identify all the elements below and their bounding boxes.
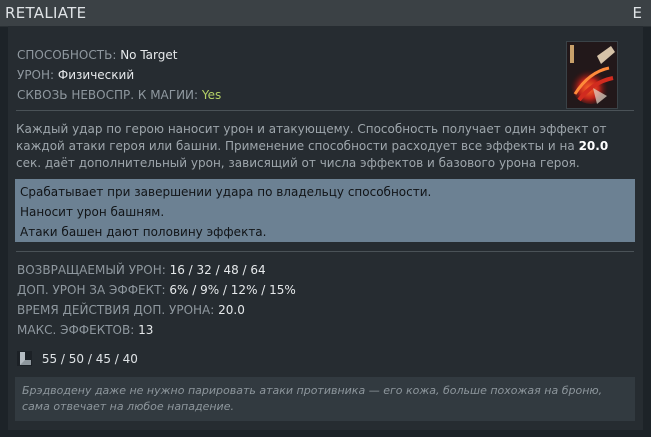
stat-label: ВОЗВРАЩАЕМЫЙ УРОН: [17, 263, 166, 277]
ability-notes: Срабатывает при завершении удара по влад… [15, 179, 635, 242]
property-value: Физический [57, 68, 135, 82]
stat-row: МАКС. ЭФФЕКТОВ: 13 [17, 320, 296, 340]
ability-tooltip: RETALIATE E СПОСОБНОСТЬ: No Target УРОН:… [0, 0, 651, 437]
stat-row: ДОП. УРОН ЗА ЭФФЕКТ: 6% / 9% / 12% / 15% [17, 280, 296, 300]
lore-text: Брэдводену даже не нужно парировать атак… [15, 377, 635, 421]
stat-row: ВОЗВРАЩАЕМЫЙ УРОН: 16 / 32 / 48 / 64 [17, 260, 296, 280]
property-row: СПОСОБНОСТЬ: No Target [17, 45, 221, 65]
tooltip-body: СПОСОБНОСТЬ: No Target УРОН: Физический … [8, 26, 643, 430]
stat-value: 20.0 [218, 303, 245, 317]
property-label: УРОН: [17, 68, 55, 82]
property-label: СКВОЗЬ НЕВОСПР. К МАГИИ: [17, 88, 199, 102]
note-item: Срабатывает при завершении удара по влад… [20, 185, 432, 199]
cooldown-row: 55 / 50 / 45 / 40 [17, 350, 138, 368]
description-highlight: 20.0 [578, 139, 609, 153]
title-bar: RETALIATE E [0, 0, 651, 27]
stat-value: 13 [138, 323, 154, 337]
description-text: сек. даёт дополнительный урон, зависящий… [16, 156, 580, 170]
ability-stats: ВОЗВРАЩАЕМЫЙ УРОН: 16 / 32 / 48 / 64 ДОП… [17, 260, 296, 340]
retaliate-ability-icon [566, 41, 618, 109]
stat-row: ВРЕМЯ ДЕЙСТВИЯ ДОП. УРОНА: 20.0 [17, 300, 296, 320]
hotkey-label: E [632, 4, 642, 22]
divider [16, 251, 634, 252]
stat-label: ВРЕМЯ ДЕЙСТВИЯ ДОП. УРОНА: [17, 303, 215, 317]
cooldown-value: 55 / 50 / 45 / 40 [41, 352, 138, 366]
ability-description: Каждый удар по герою наносит урон и атак… [16, 121, 636, 172]
description-text: Каждый удар по герою наносит урон и атак… [16, 122, 607, 153]
divider [16, 110, 634, 111]
property-row: СКВОЗЬ НЕВОСПР. К МАГИИ: Yes [17, 85, 221, 105]
cooldown-icon [17, 351, 32, 366]
ability-title: RETALIATE [5, 4, 87, 22]
property-value: Yes [201, 88, 222, 102]
stat-label: МАКС. ЭФФЕКТОВ: [17, 323, 135, 337]
ability-properties: СПОСОБНОСТЬ: No Target УРОН: Физический … [17, 45, 221, 105]
property-row: УРОН: Физический [17, 65, 221, 85]
stat-value: 16 / 32 / 48 / 64 [169, 263, 266, 277]
property-label: СПОСОБНОСТЬ: [17, 48, 117, 62]
property-value: No Target [120, 48, 178, 62]
stat-value: 6% / 9% / 12% / 15% [169, 283, 296, 297]
note-item: Наносит урон башням. [20, 205, 165, 219]
stat-label: ДОП. УРОН ЗА ЭФФЕКТ: [17, 283, 166, 297]
note-item: Атаки башен дают половину эффекта. [20, 225, 267, 239]
